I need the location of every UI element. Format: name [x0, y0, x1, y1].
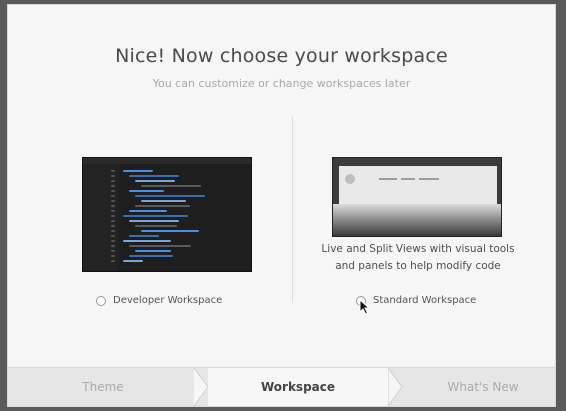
code-line: [123, 215, 188, 217]
code-line: [123, 170, 153, 172]
line-number: [111, 200, 115, 202]
code-line: [129, 190, 164, 192]
preview-nav-bar: [401, 178, 415, 180]
standard-workspace-label: Standard Workspace: [373, 295, 477, 306]
page-title: Nice! Now choose your workspace: [115, 45, 448, 67]
step-workspace[interactable]: Workspace: [208, 368, 388, 406]
line-number: [111, 230, 115, 232]
setup-steps-bar: Theme Workspace What's New: [8, 367, 555, 406]
code-line: [129, 235, 159, 237]
line-number: [111, 190, 115, 192]
line-number: [111, 170, 115, 172]
code-line: [123, 240, 171, 242]
developer-workspace-label: Developer Workspace: [113, 295, 223, 306]
code-line: [123, 260, 143, 262]
code-line: [141, 185, 201, 187]
line-number: [111, 220, 115, 222]
preview-code-panel: [333, 204, 501, 236]
line-number: [111, 215, 115, 217]
developer-workspace-radio[interactable]: [96, 295, 106, 306]
standard-workspace-option[interactable]: Standard Workspace: [356, 295, 476, 306]
page-subtitle: You can customize or change workspaces l…: [152, 77, 411, 90]
preview-nav-bar: [379, 178, 397, 180]
line-number: [111, 195, 115, 197]
line-number: [111, 225, 115, 227]
line-number: [111, 255, 115, 257]
code-line: [135, 195, 205, 197]
code-line: [135, 205, 190, 207]
line-number: [111, 235, 115, 237]
code-line: [135, 225, 177, 227]
code-line: [129, 255, 173, 257]
preview-nav-bar: [419, 178, 439, 180]
step-whats-new[interactable]: What's New: [408, 368, 555, 406]
description-line: Live and Split Views with visual tools: [321, 243, 515, 255]
code-line: [141, 230, 199, 232]
line-number: [111, 250, 115, 252]
code-line: [129, 210, 167, 212]
line-number: [111, 185, 115, 187]
developer-workspace-option[interactable]: Developer Workspace: [96, 295, 222, 306]
line-number: [111, 175, 115, 177]
code-line: [135, 250, 171, 252]
preview-live-view: [339, 166, 497, 204]
standard-workspace-description: Live and Split Views with visual tools a…: [308, 241, 528, 275]
description-line: and panels to help modify code: [335, 260, 501, 272]
standard-workspace-preview[interactable]: [332, 157, 502, 237]
line-number: [111, 240, 115, 242]
line-number: [111, 180, 115, 182]
step-theme[interactable]: Theme: [48, 368, 158, 406]
preview-logo-circle: [345, 174, 355, 184]
line-number: [111, 260, 115, 262]
code-line: [135, 180, 175, 182]
developer-workspace-preview[interactable]: [82, 157, 252, 272]
line-number: [111, 245, 115, 247]
workspace-divider: [292, 117, 293, 303]
line-number: [111, 205, 115, 207]
code-line: [129, 220, 179, 222]
line-number: [111, 210, 115, 212]
mouse-pointer-icon: [359, 299, 371, 315]
code-line: [141, 200, 186, 202]
code-line: [129, 245, 191, 247]
code-line: [129, 175, 179, 177]
workspace-setup-dialog: Nice! Now choose your workspace You can …: [7, 4, 556, 407]
step-separator-icon: [388, 368, 403, 406]
